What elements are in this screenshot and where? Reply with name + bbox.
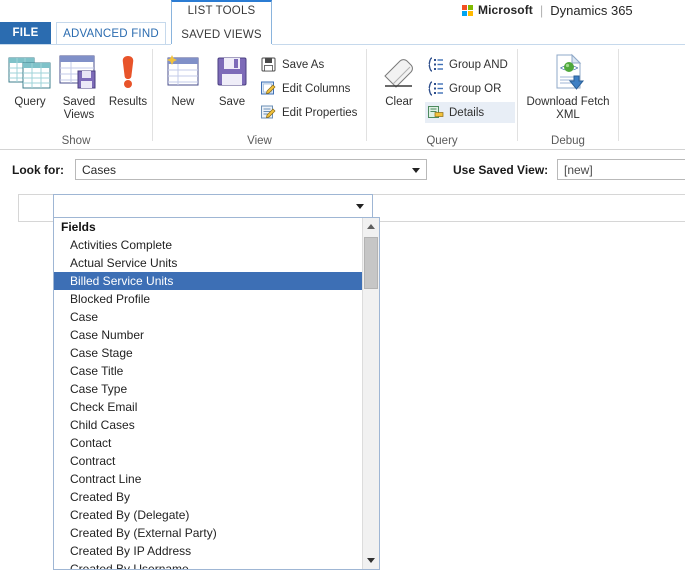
ribbon: Query Saved Views Results Show New Save … bbox=[0, 45, 685, 150]
dropdown-item[interactable]: Child Cases bbox=[54, 416, 363, 434]
download-fetch-xml-label-line1: Download Fetch bbox=[526, 96, 610, 108]
attribute-dropdown-items: Fields Activities Complete Actual Service … bbox=[54, 218, 363, 569]
dropdown-item[interactable]: Created By (External Party) bbox=[54, 524, 363, 542]
download-fetch-xml-button[interactable]: < > Download Fetch XML bbox=[524, 51, 612, 133]
save-button-label: Save bbox=[218, 96, 246, 108]
dropdown-item[interactable]: Billed Service Units bbox=[54, 272, 363, 290]
results-button-label: Results bbox=[108, 96, 148, 108]
save-button[interactable]: Save bbox=[206, 51, 258, 133]
dropdown-item[interactable]: Created By bbox=[54, 488, 363, 506]
dropdown-item[interactable]: Created By IP Address bbox=[54, 542, 363, 560]
ribbon-group-debug: < > Download Fetch XML Debug bbox=[518, 45, 618, 149]
look-for-select[interactable]: Cases bbox=[75, 159, 427, 180]
query-button-label: Query bbox=[14, 96, 46, 108]
save-as-button[interactable]: Save As bbox=[258, 54, 364, 75]
scrollbar-thumb[interactable] bbox=[364, 237, 378, 289]
save-as-label: Save As bbox=[282, 58, 325, 71]
group-and-icon bbox=[427, 56, 444, 73]
group-or-icon bbox=[427, 80, 444, 97]
details-button[interactable]: Details bbox=[425, 102, 515, 123]
dropdown-item[interactable]: Case Type bbox=[54, 380, 363, 398]
tab-file[interactable]: FILE bbox=[0, 22, 51, 45]
new-button[interactable]: New bbox=[157, 51, 209, 133]
chevron-down-icon bbox=[356, 204, 364, 209]
brand-bar: Microsoft | Dynamics 365 bbox=[0, 0, 685, 20]
dropdown-item[interactable]: Blocked Profile bbox=[54, 290, 363, 308]
clear-button-label: Clear bbox=[385, 96, 413, 108]
ribbon-group-query: Clear Group AND Group OR Details Query bbox=[367, 45, 517, 149]
dropdown-item[interactable]: Contract bbox=[54, 452, 363, 470]
microsoft-wordmark: Microsoft bbox=[478, 3, 533, 17]
edit-columns-button[interactable]: Edit Columns bbox=[258, 78, 364, 99]
dropdown-item[interactable]: Check Email bbox=[54, 398, 363, 416]
use-saved-view-value: [new] bbox=[564, 163, 593, 177]
dropdown-group-header: Fields bbox=[61, 220, 96, 234]
use-saved-view-label: Use Saved View: bbox=[453, 163, 549, 177]
edit-properties-icon bbox=[260, 104, 277, 121]
edit-columns-icon bbox=[260, 80, 277, 97]
edit-properties-button[interactable]: Edit Properties bbox=[258, 102, 364, 123]
brand-separator: | bbox=[539, 2, 544, 18]
ribbon-group-label-query: Query bbox=[426, 135, 458, 147]
dropdown-item[interactable]: Actual Service Units bbox=[54, 254, 363, 272]
saved-views-label-line1: Saved bbox=[62, 96, 96, 108]
download-fetch-xml-label-line2: XML bbox=[556, 109, 580, 121]
dropdown-item[interactable]: Case Title bbox=[54, 362, 363, 380]
dropdown-item[interactable]: Contact bbox=[54, 434, 363, 452]
attribute-combo[interactable] bbox=[53, 194, 373, 218]
floppy-disk-small-icon bbox=[260, 56, 277, 73]
dropdown-item[interactable]: Contract Line bbox=[54, 470, 363, 488]
dropdown-item[interactable]: Activities Complete bbox=[54, 236, 363, 254]
ribbon-group-label-debug: Debug bbox=[551, 135, 585, 147]
group-divider-4 bbox=[618, 49, 619, 141]
group-and-label: Group AND bbox=[449, 58, 508, 71]
group-and-button[interactable]: Group AND bbox=[425, 54, 515, 75]
group-or-label: Group OR bbox=[449, 82, 502, 95]
new-button-label: New bbox=[171, 96, 195, 108]
results-button[interactable]: Results bbox=[102, 51, 154, 133]
table-query-icon bbox=[8, 51, 52, 93]
edit-properties-label: Edit Properties bbox=[282, 106, 358, 119]
microsoft-logo-icon bbox=[462, 4, 473, 16]
scroll-up-button[interactable] bbox=[363, 218, 379, 235]
dropdown-item[interactable]: Case bbox=[54, 308, 363, 326]
saved-views-icon bbox=[58, 51, 100, 93]
triangle-up-icon bbox=[367, 224, 375, 229]
group-or-button[interactable]: Group OR bbox=[425, 78, 515, 99]
eraser-icon bbox=[379, 51, 419, 93]
dropdown-scrollbar[interactable] bbox=[362, 218, 379, 569]
scroll-down-button[interactable] bbox=[363, 552, 379, 569]
look-for-value: Cases bbox=[82, 163, 117, 177]
triangle-down-icon bbox=[367, 558, 375, 563]
details-icon bbox=[427, 104, 444, 121]
ribbon-tab-strip: FILE ADVANCED FIND bbox=[0, 22, 685, 45]
dropdown-item[interactable]: Case Stage bbox=[54, 344, 363, 362]
new-table-icon bbox=[164, 51, 202, 93]
edit-columns-label: Edit Columns bbox=[282, 82, 351, 95]
chevron-down-icon bbox=[412, 168, 420, 173]
tab-advanced-find[interactable]: ADVANCED FIND bbox=[56, 22, 166, 45]
exclamation-icon bbox=[118, 51, 138, 93]
details-label: Details bbox=[449, 106, 485, 119]
dropdown-item[interactable]: Created By (Delegate) bbox=[54, 506, 363, 524]
look-for-label: Look for: bbox=[12, 163, 64, 177]
use-saved-view-select[interactable]: [new] bbox=[557, 159, 685, 180]
attribute-dropdown-list[interactable]: Fields Activities Complete Actual Service … bbox=[53, 217, 380, 570]
ribbon-group-view: New Save Save As Edit Columns Edit Prope… bbox=[153, 45, 366, 149]
floppy-disk-icon bbox=[215, 51, 249, 93]
dropdown-item[interactable]: Created By Username bbox=[54, 560, 363, 569]
saved-views-button[interactable]: Saved Views bbox=[53, 51, 105, 133]
download-fetch-xml-icon: < > bbox=[548, 51, 588, 93]
product-name: Dynamics 365 bbox=[550, 2, 633, 18]
ribbon-group-show: Query Saved Views Results Show bbox=[0, 45, 152, 149]
ribbon-group-label-view: View bbox=[247, 135, 272, 147]
dropdown-item[interactable]: Case Number bbox=[54, 326, 363, 344]
ribbon-group-label-show: Show bbox=[61, 135, 91, 147]
query-button[interactable]: Query bbox=[4, 51, 56, 133]
contextual-group-label: LIST TOOLS bbox=[187, 5, 256, 17]
brand-lockup: Microsoft | Dynamics 365 bbox=[462, 1, 633, 19]
clear-button[interactable]: Clear bbox=[373, 51, 425, 133]
saved-views-label-line2: Views bbox=[63, 109, 95, 121]
